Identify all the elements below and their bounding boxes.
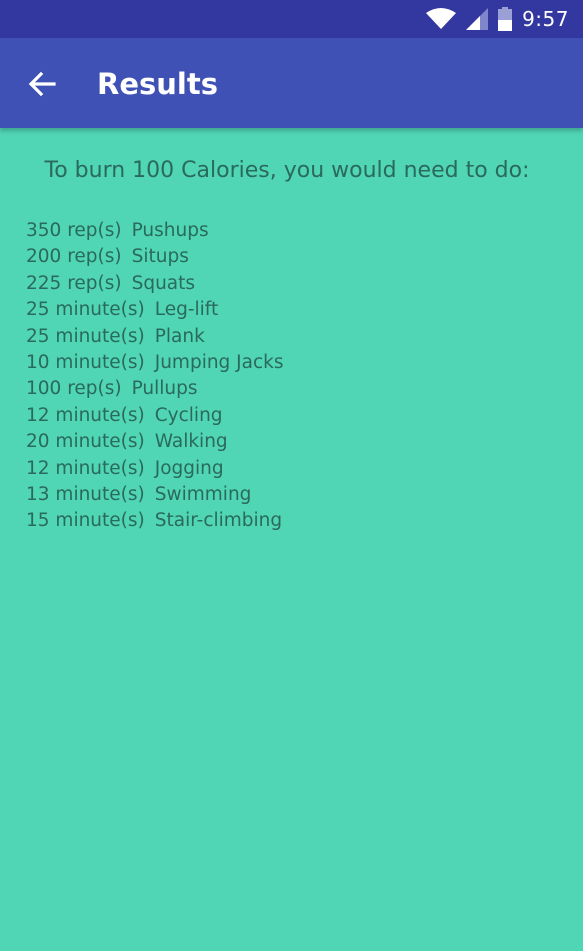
exercise-name: Leg-lift (154, 299, 219, 321)
exercise-name: Pullups (131, 378, 198, 400)
exercise-name: Plank (154, 325, 205, 347)
status-time: 9:57 (522, 7, 569, 31)
results-headline: To burn 100 Calories, you would need to … (44, 158, 530, 183)
exercise-name: Jogging (154, 457, 224, 479)
exercise-name: Walking (154, 431, 228, 453)
exercise-amount: 25 minute(s) (26, 325, 145, 347)
exercise-name: Cycling (154, 404, 223, 426)
wifi-icon (426, 8, 457, 30)
list-item: 25 minute(s) Plank (26, 324, 284, 350)
status-bar: 9:57 (0, 0, 583, 38)
list-item: 20 minute(s) Walking (26, 429, 284, 455)
back-button[interactable] (18, 60, 66, 108)
exercise-name: Stair-climbing (154, 510, 283, 532)
exercise-amount: 12 minute(s) (26, 404, 145, 426)
exercise-amount: 25 minute(s) (26, 299, 145, 321)
cell-signal-icon (466, 8, 489, 30)
results-content: To burn 100 Calories, you would need to … (0, 128, 583, 951)
exercise-amount: 15 minute(s) (26, 510, 145, 532)
list-item: 13 minute(s) Swimming (26, 482, 284, 508)
exercise-amount: 100 rep(s) (26, 378, 122, 400)
list-item: 10 minute(s) Jumping Jacks (26, 350, 284, 376)
list-item: 225 rep(s) Squats (26, 271, 284, 297)
exercise-name: Swimming (154, 483, 252, 505)
list-item: 100 rep(s) Pullups (26, 376, 284, 402)
list-item: 200 rep(s) Situps (26, 244, 284, 270)
app-bar: Results (0, 38, 583, 128)
arrow-back-icon (28, 71, 56, 97)
exercise-amount: 10 minute(s) (26, 351, 145, 373)
exercise-name: Jumping Jacks (154, 351, 284, 373)
list-item: 12 minute(s) Cycling (26, 403, 284, 429)
battery-icon (498, 7, 513, 31)
list-item: 15 minute(s) Stair-climbing (26, 508, 284, 534)
exercise-name: Squats (131, 272, 196, 294)
exercise-amount: 350 rep(s) (26, 220, 122, 241)
exercise-name: Pushups (131, 220, 209, 241)
exercise-amount: 200 rep(s) (26, 246, 122, 268)
list-item: 350 rep(s) Pushups (26, 218, 284, 244)
page-title: Results (97, 67, 218, 101)
exercise-amount: 12 minute(s) (26, 457, 145, 479)
status-icons: 9:57 (426, 0, 569, 38)
list-item: 25 minute(s) Leg-lift (26, 297, 284, 323)
exercise-amount: 13 minute(s) (26, 483, 145, 505)
exercise-amount: 225 rep(s) (26, 272, 122, 294)
list-item: 12 minute(s) Jogging (26, 456, 284, 482)
exercise-list: 350 rep(s) Pushups 200 rep(s) Situps 225 r… (26, 218, 284, 535)
exercise-amount: 20 minute(s) (26, 431, 145, 453)
exercise-name: Situps (131, 246, 189, 268)
